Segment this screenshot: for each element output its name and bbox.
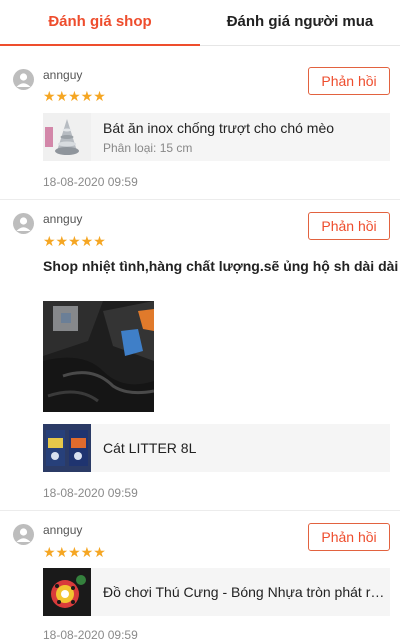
- steel-bowl-icon: [43, 113, 91, 161]
- star-rating: ★★★★★: [43, 88, 106, 104]
- avatar: [13, 213, 34, 234]
- user-icon: [16, 73, 31, 87]
- avatar: [13, 69, 34, 90]
- product-name: Đồ chơi Thú Cưng - Bóng Nhựa tròn phát r…: [103, 584, 390, 600]
- user-icon: [16, 528, 31, 542]
- product-variant: Phân loại: 15 cm: [103, 140, 193, 155]
- reply-button[interactable]: Phản hồi: [308, 67, 390, 95]
- reply-button[interactable]: Phản hồi: [308, 523, 390, 551]
- user-icon: [16, 217, 31, 231]
- product-card[interactable]: Cát LITTER 8L: [43, 424, 390, 472]
- review-item: annguy ★★★★★ Phản hồi Bát ăn inox chống …: [0, 47, 400, 200]
- review-date: 18-08-2020 09:59: [43, 486, 138, 500]
- review-item: annguy ★★★★★ Phản hồi Shop nhiệt tình,hà…: [0, 200, 400, 511]
- product-card[interactable]: Đồ chơi Thú Cưng - Bóng Nhựa tròn phát r…: [43, 568, 390, 616]
- star-rating: ★★★★★: [43, 233, 106, 249]
- username: annguy: [43, 68, 83, 82]
- star-rating: ★★★★★: [43, 544, 106, 560]
- review-item: annguy ★★★★★ Phản hồi Đồ chơi Thú Cưng -…: [0, 511, 400, 640]
- product-name: Cát LITTER 8L: [103, 440, 197, 456]
- avatar: [13, 524, 34, 545]
- tab-buyer-reviews[interactable]: Đánh giá người mua: [200, 0, 400, 45]
- tab-shop-reviews[interactable]: Đánh giá shop: [0, 0, 200, 46]
- review-date: 18-08-2020 09:59: [43, 628, 138, 640]
- reply-button[interactable]: Phản hồi: [308, 212, 390, 240]
- product-card[interactable]: Bát ăn inox chống trượt cho chó mèo Phân…: [43, 113, 390, 161]
- product-name: Bát ăn inox chống trượt cho chó mèo: [103, 119, 335, 136]
- review-date: 18-08-2020 09:59: [43, 175, 138, 189]
- tab-bar: Đánh giá shop Đánh giá người mua: [0, 0, 400, 46]
- ball-toy-icon: [43, 568, 91, 616]
- username: annguy: [43, 212, 83, 226]
- review-comment: Shop nhiệt tình,hàng chất lượng.sẽ ủng h…: [43, 258, 399, 274]
- litter-bag-icon: [43, 424, 91, 472]
- username: annguy: [43, 523, 83, 537]
- review-photo[interactable]: [43, 301, 154, 412]
